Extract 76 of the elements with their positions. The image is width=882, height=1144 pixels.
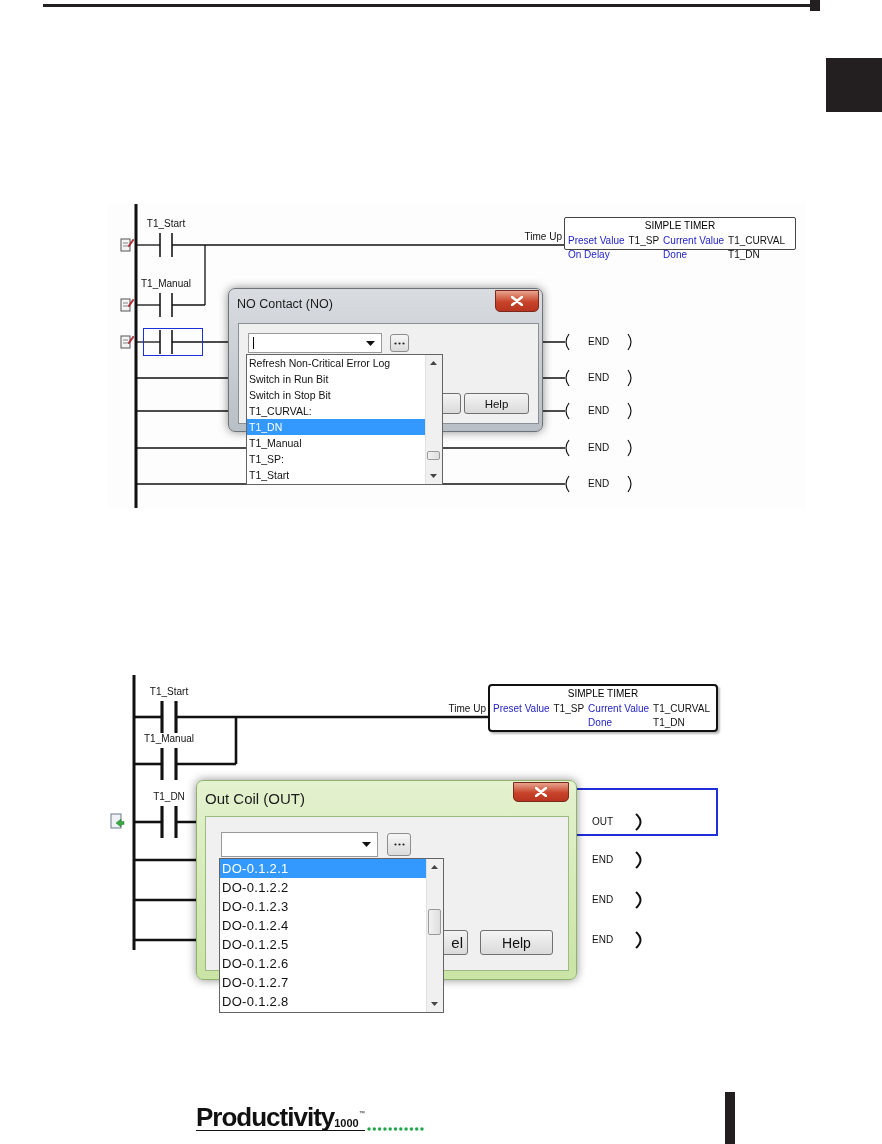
contact-label: T1_Start (146, 219, 186, 229)
coil-label: END (588, 479, 610, 489)
coil-label: END (592, 935, 614, 945)
ellipsis-icon (393, 843, 405, 846)
timer-title: SIMPLE TIMER (567, 688, 639, 700)
coil-label: END (588, 406, 610, 416)
dropdown-arrow-icon (362, 842, 371, 847)
dotted-line-drawing (365, 1126, 426, 1132)
scroll-up-icon (430, 361, 437, 365)
notepad-pencil-icon (120, 334, 134, 349)
list-item[interactable]: DO-0.1.2.4 (220, 916, 426, 935)
coil-label: END (588, 373, 610, 383)
tag-combo-box[interactable] (221, 832, 378, 857)
list-item[interactable]: T1_CURVAL: (247, 403, 425, 419)
coil-label: END (592, 895, 614, 905)
logo-wordmark: Productivity (196, 1104, 335, 1130)
timer-field-value: T1_DN (653, 717, 686, 728)
timer-field-value: T1_SP (628, 235, 660, 246)
close-button[interactable] (495, 290, 539, 312)
list-item[interactable]: DO-0.1.2.6 (220, 954, 426, 973)
logo-model-number: 1000 (334, 1118, 359, 1129)
timer-field-name: Current Value (588, 703, 650, 714)
contact-label: T1_Manual (144, 734, 194, 744)
ellipsis-icon (394, 341, 405, 345)
list-item[interactable]: T1_Manual (247, 435, 425, 451)
scroll-down-icon (430, 474, 437, 478)
list-item[interactable]: T1_SP: (247, 451, 425, 467)
close-icon (535, 787, 547, 797)
close-icon (511, 296, 523, 306)
notepad-pencil-icon (120, 297, 134, 312)
dialog-title: NO Contact (NO) (237, 297, 333, 311)
coil-label: END (588, 337, 610, 347)
coil-label: END (588, 443, 610, 453)
scroll-bar[interactable] (425, 355, 442, 484)
list-item[interactable]: Switch in Stop Bit (247, 387, 425, 403)
timer-field-name: Current Value (663, 235, 725, 246)
dialog-title: Out Coil (OUT) (205, 790, 305, 807)
dropdown-arrow-icon (366, 340, 375, 346)
timer-field-name: On Delay (568, 249, 611, 260)
page-marker-bar (725, 1092, 735, 1144)
timer-field-name: Done (588, 717, 613, 728)
timer-field-value: T1_SP (553, 703, 585, 714)
help-button[interactable]: Help (464, 393, 529, 414)
list-item[interactable]: DO-0.1.2.2 (220, 878, 426, 897)
close-button[interactable] (513, 782, 569, 802)
wire-label: Time Up (524, 232, 562, 242)
timer-field-value: T1_DN (728, 249, 761, 260)
scroll-up-icon (431, 865, 438, 869)
browse-button[interactable] (387, 833, 411, 856)
scroll-down-icon (431, 1002, 438, 1006)
timer-field-name: Preset Value (568, 235, 625, 246)
timer-field-name: Done (663, 249, 688, 260)
list-item[interactable]: DO-0.1.2.5 (220, 935, 426, 954)
contact-label: T1_DN (153, 792, 185, 802)
contact-label: T1_Manual (141, 279, 191, 289)
timer-field-value: T1_CURVAL (653, 703, 710, 714)
coil-label: END (592, 855, 614, 865)
list-item[interactable]: DO-0.1.2.8 (220, 992, 426, 1011)
list-item[interactable]: DO-0.1.2.7 (220, 973, 426, 992)
scroll-thumb[interactable] (427, 451, 440, 460)
notepad-pencil-icon (120, 237, 134, 252)
list-item[interactable]: T1_Start (247, 467, 425, 483)
tag-combo-box[interactable] (248, 333, 382, 353)
wire-label: Time Up (448, 704, 486, 714)
list-item[interactable]: Switch in Run Bit (247, 371, 425, 387)
contact-label: T1_Start (149, 687, 189, 697)
help-button[interactable]: Help (480, 930, 553, 955)
timer-field-name: Preset Value (493, 703, 550, 714)
timer-title: SIMPLE TIMER (644, 220, 716, 232)
scroll-bar[interactable] (426, 859, 443, 1012)
coil-label: OUT (592, 817, 614, 827)
scroll-thumb[interactable] (428, 909, 441, 935)
browse-button[interactable] (390, 334, 409, 352)
timer-field-value: T1_CURVAL (728, 235, 785, 246)
list-item[interactable]: DO-0.1.2.3 (220, 897, 426, 916)
list-item[interactable]: Refresh Non-Critical Error Log (247, 355, 425, 371)
